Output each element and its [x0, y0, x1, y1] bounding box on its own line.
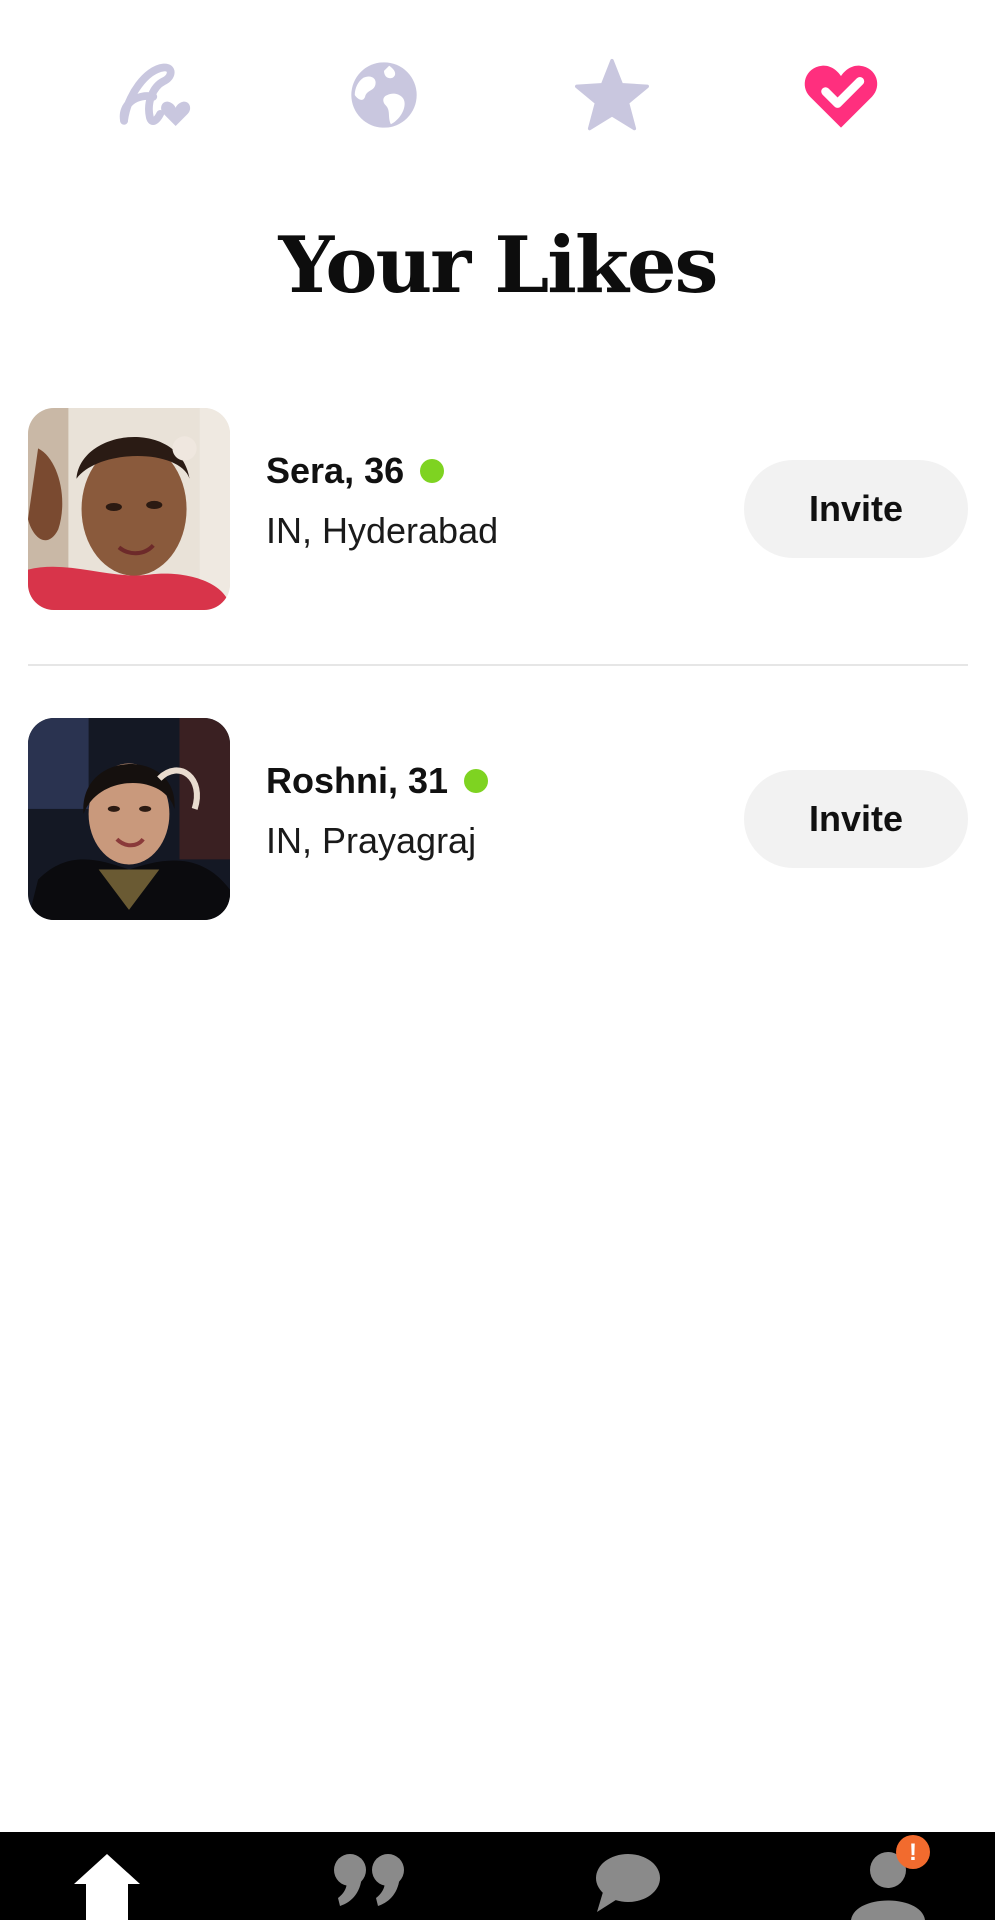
profile-location: IN, Hyderabad: [266, 510, 499, 551]
divider: [28, 664, 968, 666]
nav-profile[interactable]: !: [833, 1832, 943, 1920]
profile-name-line: Roshni, 31: [266, 760, 489, 802]
badge-text: !: [909, 1839, 917, 1866]
profile-photo: [28, 718, 230, 920]
heart-check-icon: [804, 65, 878, 128]
quote-icon: [334, 1854, 404, 1906]
chat-bubble-icon: [596, 1854, 660, 1912]
page-title: Your Likes: [278, 220, 719, 311]
list-item[interactable]: Roshni, 31 IN, Prayagraj Invite: [0, 710, 995, 930]
star-icon: [575, 58, 649, 131]
top-tab-bar: [0, 40, 995, 150]
invite-button[interactable]: Invite: [744, 770, 968, 868]
profile-name-line: Sera, 36: [266, 450, 445, 492]
profile-photo: [28, 408, 230, 610]
profile-location: IN, Prayagraj: [266, 820, 477, 861]
tab-star[interactable]: [557, 40, 667, 150]
notification-badge: !: [896, 1835, 930, 1869]
profile-icon: !: [851, 1835, 930, 1920]
profile-name: Roshni, 31: [266, 760, 449, 801]
globe-icon: [351, 62, 417, 128]
signature-heart-icon: [119, 63, 191, 126]
profile-name: Sera, 36: [266, 450, 405, 491]
tab-signature-heart[interactable]: [100, 40, 210, 150]
list-item[interactable]: Sera, 36 IN, Hyderabad Invite: [0, 400, 995, 666]
likes-screen: Your Likes Sera, 36 IN, Hyderabad Invite…: [0, 0, 995, 1920]
nav-messages[interactable]: [573, 1832, 683, 1920]
online-status-dot: [420, 459, 445, 483]
nav-quotes[interactable]: [312, 1832, 422, 1920]
nav-home[interactable]: [52, 1832, 162, 1920]
avatar[interactable]: [28, 718, 230, 920]
avatar[interactable]: [28, 408, 230, 610]
tab-likes[interactable]: [786, 40, 896, 150]
bottom-nav-bar: !: [0, 1832, 995, 1920]
home-icon: [74, 1854, 140, 1920]
invite-button[interactable]: Invite: [744, 460, 968, 558]
online-status-dot: [464, 769, 489, 793]
tab-globe[interactable]: [329, 40, 439, 150]
